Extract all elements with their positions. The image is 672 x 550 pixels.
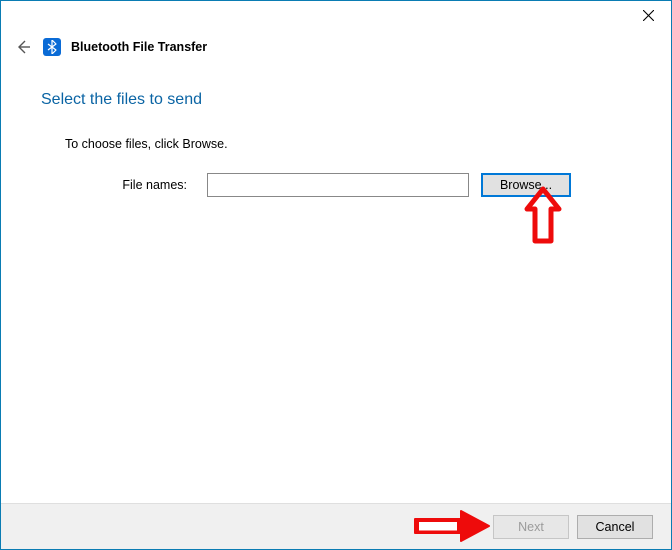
wizard-window: Bluetooth File Transfer Select the files… [0, 0, 672, 550]
close-icon [643, 10, 654, 21]
close-button[interactable] [625, 1, 671, 29]
instruction-text: To choose files, click Browse. [65, 137, 631, 151]
file-names-label: File names: [65, 178, 195, 192]
back-button[interactable] [13, 37, 33, 57]
bluetooth-icon [43, 38, 61, 56]
file-names-input[interactable] [207, 173, 469, 197]
header-row: Bluetooth File Transfer [1, 31, 671, 57]
next-button: Next [493, 515, 569, 539]
cancel-button[interactable]: Cancel [577, 515, 653, 539]
page-heading: Select the files to send [41, 91, 631, 109]
browse-button[interactable]: Browse... [481, 173, 571, 197]
app-title: Bluetooth File Transfer [71, 40, 207, 54]
file-row: File names: Browse... [65, 173, 631, 197]
footer-bar: Next Cancel [1, 503, 671, 549]
annotation-arrow-right [411, 508, 493, 544]
titlebar [1, 1, 671, 31]
content-area: Select the files to send To choose files… [1, 57, 671, 503]
back-arrow-icon [15, 39, 31, 55]
